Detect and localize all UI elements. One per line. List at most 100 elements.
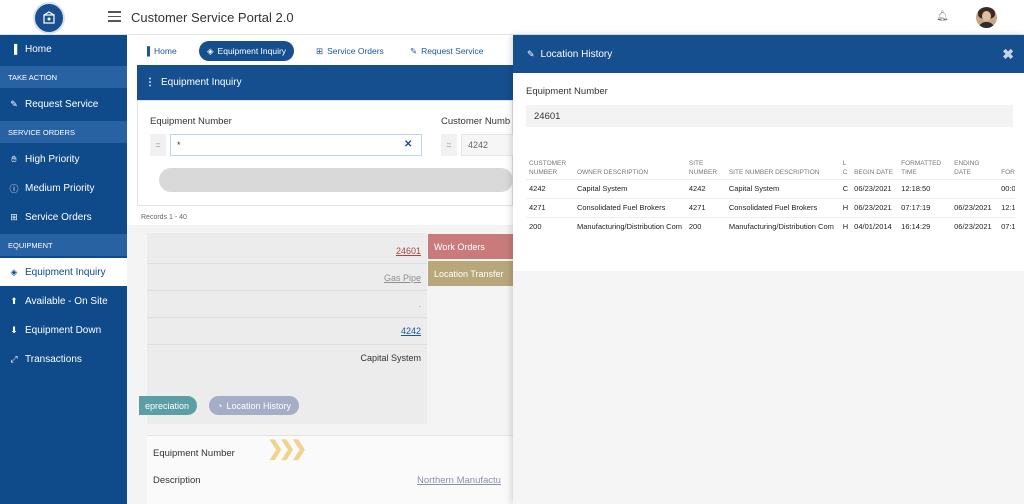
table-cell: 04/01/2014 [854, 221, 892, 231]
tab-home[interactable]: ▐ Home [136, 41, 185, 61]
table-cell: 06/23/2021 [854, 183, 892, 193]
location-history-header: ✎ Location History [513, 35, 1024, 73]
location-history-table-wrapper[interactable]: CUSTOMER NUMBER OWNER DESCRIPTION SITE N… [526, 153, 1015, 263]
sidebar-item-home[interactable]: ▐ Home [0, 35, 127, 63]
sidebar-item-medium-priority[interactable]: ⓘ Medium Priority [0, 174, 127, 202]
tab-label: Request Service [421, 46, 484, 56]
tab-label: Equipment Inquiry [217, 46, 287, 56]
sidebar-item-equipment-down[interactable]: ⬇ Equipment Down [0, 316, 127, 344]
equipment-number-link[interactable]: 24601 [396, 246, 421, 256]
hand-icon: ✋︎ [11, 153, 17, 164]
customer-number-input[interactable]: 4242 [461, 134, 513, 156]
table-cell: H [842, 221, 849, 231]
customer-number-operator[interactable]: = [441, 134, 457, 156]
equipment-number-operator[interactable]: = [150, 134, 166, 156]
main-content: ▐ Home ◈ Equipment Inquiry ⊞ Service Ord… [127, 35, 513, 504]
sidebar-item-label: Home [25, 43, 52, 55]
owner-value: Capital System [360, 353, 421, 363]
search-button[interactable] [159, 168, 513, 192]
sidebar-item-label: Service Orders [25, 211, 92, 223]
column-header[interactable]: BEGIN DATE [851, 153, 898, 179]
table-header-row: CUSTOMER NUMBER OWNER DESCRIPTION SITE N… [526, 153, 1015, 179]
tab-service-orders[interactable]: ⊞ Service Orders [308, 41, 392, 61]
sidebar: ▐ Home TAKE ACTION ✎ Request Service SER… [0, 35, 127, 504]
location-history-table: CUSTOMER NUMBER OWNER DESCRIPTION SITE N… [526, 153, 1015, 236]
location-history-label: Location History [226, 400, 291, 411]
table-cell [951, 179, 998, 198]
down-circle-icon: ⬇ [10, 324, 18, 335]
sidebar-section-service-orders: SERVICE ORDERS [0, 121, 127, 143]
column-header[interactable]: CUSTOMER NUMBER [526, 153, 574, 179]
sidebar-item-available-on-site[interactable]: ⬆ Available - On Site [0, 287, 127, 315]
pencil-icon: ✎ [410, 45, 418, 56]
table-row[interactable]: 200 Manufacturing/Distribution Com 200 M… [526, 217, 1015, 236]
empty-value: . [418, 299, 421, 309]
column-header[interactable]: OWNER DESCRIPTION [574, 153, 686, 179]
tab-request-service[interactable]: ✎ Request Service [402, 41, 492, 61]
lh-equipment-number-label: Equipment Number [526, 86, 608, 97]
sidebar-item-label: Available - On Site [25, 295, 108, 307]
lh-equipment-number-value: 24601 [526, 105, 1013, 127]
inquiry-header: ⋮ Equipment Inquiry [137, 65, 513, 100]
equipment-number-input[interactable]: * [170, 134, 422, 156]
chevrons-icon: ❯❯❯ [267, 438, 307, 460]
table-cell: Capital System [576, 183, 628, 193]
table-cell: 200 [529, 221, 542, 231]
sidebar-item-label: High Priority [25, 153, 80, 165]
info-circle-icon: ⓘ [9, 183, 19, 194]
depreciation-button[interactable]: epreciation [139, 396, 198, 415]
user-avatar[interactable] [976, 7, 997, 28]
column-header[interactable]: SITE NUMBER DESCRIPTION [726, 153, 840, 179]
pencil-icon: ✎ [527, 48, 535, 59]
inquiry-title: Equipment Inquiry [161, 77, 242, 88]
app-title: Customer Service Portal 2.0 [131, 10, 294, 25]
table-cell: Consolidated Fuel Brokers [728, 202, 818, 212]
table-cell: 00:0 [1001, 183, 1015, 193]
column-header[interactable]: SITE NUMBER [686, 153, 726, 179]
column-header[interactable]: ENDING DATE [951, 153, 998, 179]
description-link[interactable]: Gas Pipe [384, 273, 421, 283]
history-icon: ◔ [217, 400, 223, 411]
sidebar-item-label: Request Service [25, 98, 99, 110]
tab-bar: ▐ Home ◈ Equipment Inquiry ⊞ Service Ord… [127, 35, 513, 65]
table-cell: 07:17:19 [901, 202, 931, 212]
customer-number-label: Customer Numb [441, 116, 511, 127]
tab-equipment-inquiry[interactable]: ◈ Equipment Inquiry [199, 41, 295, 61]
location-history-button[interactable]: ◔ Location History [209, 396, 299, 415]
records-count: Records 1 - 40 [141, 214, 187, 221]
table-cell: H [842, 202, 849, 212]
table-cell: 06/23/2021 [954, 221, 992, 231]
tab-label: Service Orders [327, 46, 384, 56]
column-header[interactable]: L C [840, 153, 851, 179]
detail-description-link[interactable]: Northern Manufactu [417, 475, 501, 486]
close-icon[interactable]: ✖ [1002, 46, 1014, 63]
vertical-dots-icon[interactable]: ⋮ [145, 77, 155, 88]
sidebar-item-transactions[interactable]: ⤢ Transactions [0, 345, 127, 373]
table-cell: 12:18 [1001, 202, 1015, 212]
column-header[interactable]: FOR TIMI [998, 153, 1015, 179]
table-cell: 07:17 [1001, 221, 1015, 231]
work-orders-button[interactable]: Work Orders [428, 234, 513, 259]
column-header[interactable]: FORMATTED TIME [898, 153, 951, 179]
table-cell: 4242 [688, 183, 706, 193]
sidebar-item-high-priority[interactable]: ✋︎ High Priority [0, 145, 127, 173]
sidebar-item-equipment-inquiry[interactable]: ◈ Equipment Inquiry [0, 258, 127, 286]
menu-toggle-icon[interactable] [108, 11, 121, 22]
table-cell: 4242 [529, 183, 546, 193]
sidebar-item-request-service[interactable]: ✎ Request Service [0, 90, 127, 118]
sidebar-item-service-orders[interactable]: ⊞ Service Orders [0, 203, 127, 231]
table-row[interactable]: 4271 Consolidated Fuel Brokers 4271 Cons… [526, 198, 1015, 217]
logo-icon [43, 11, 55, 24]
app-logo[interactable] [33, 2, 65, 34]
bell-icon[interactable]: 🔔︎ [936, 11, 949, 22]
table-cell: Manufacturing/Distribution Com [576, 221, 683, 231]
detail-description-label: Description [153, 475, 201, 486]
location-transfer-button[interactable]: Location Transfer [428, 261, 513, 286]
customer-number-link[interactable]: 4242 [401, 326, 421, 336]
table-row[interactable]: 4242 Capital System 4242 Capital System … [526, 179, 1015, 198]
sidebar-item-label: Equipment Inquiry [25, 266, 106, 278]
table-cell: Manufacturing/Distribution Com [728, 221, 834, 231]
equipment-number-label: Equipment Number [150, 116, 232, 127]
clear-icon[interactable]: ✕ [404, 139, 412, 150]
pencil-icon: ✎ [10, 98, 18, 109]
